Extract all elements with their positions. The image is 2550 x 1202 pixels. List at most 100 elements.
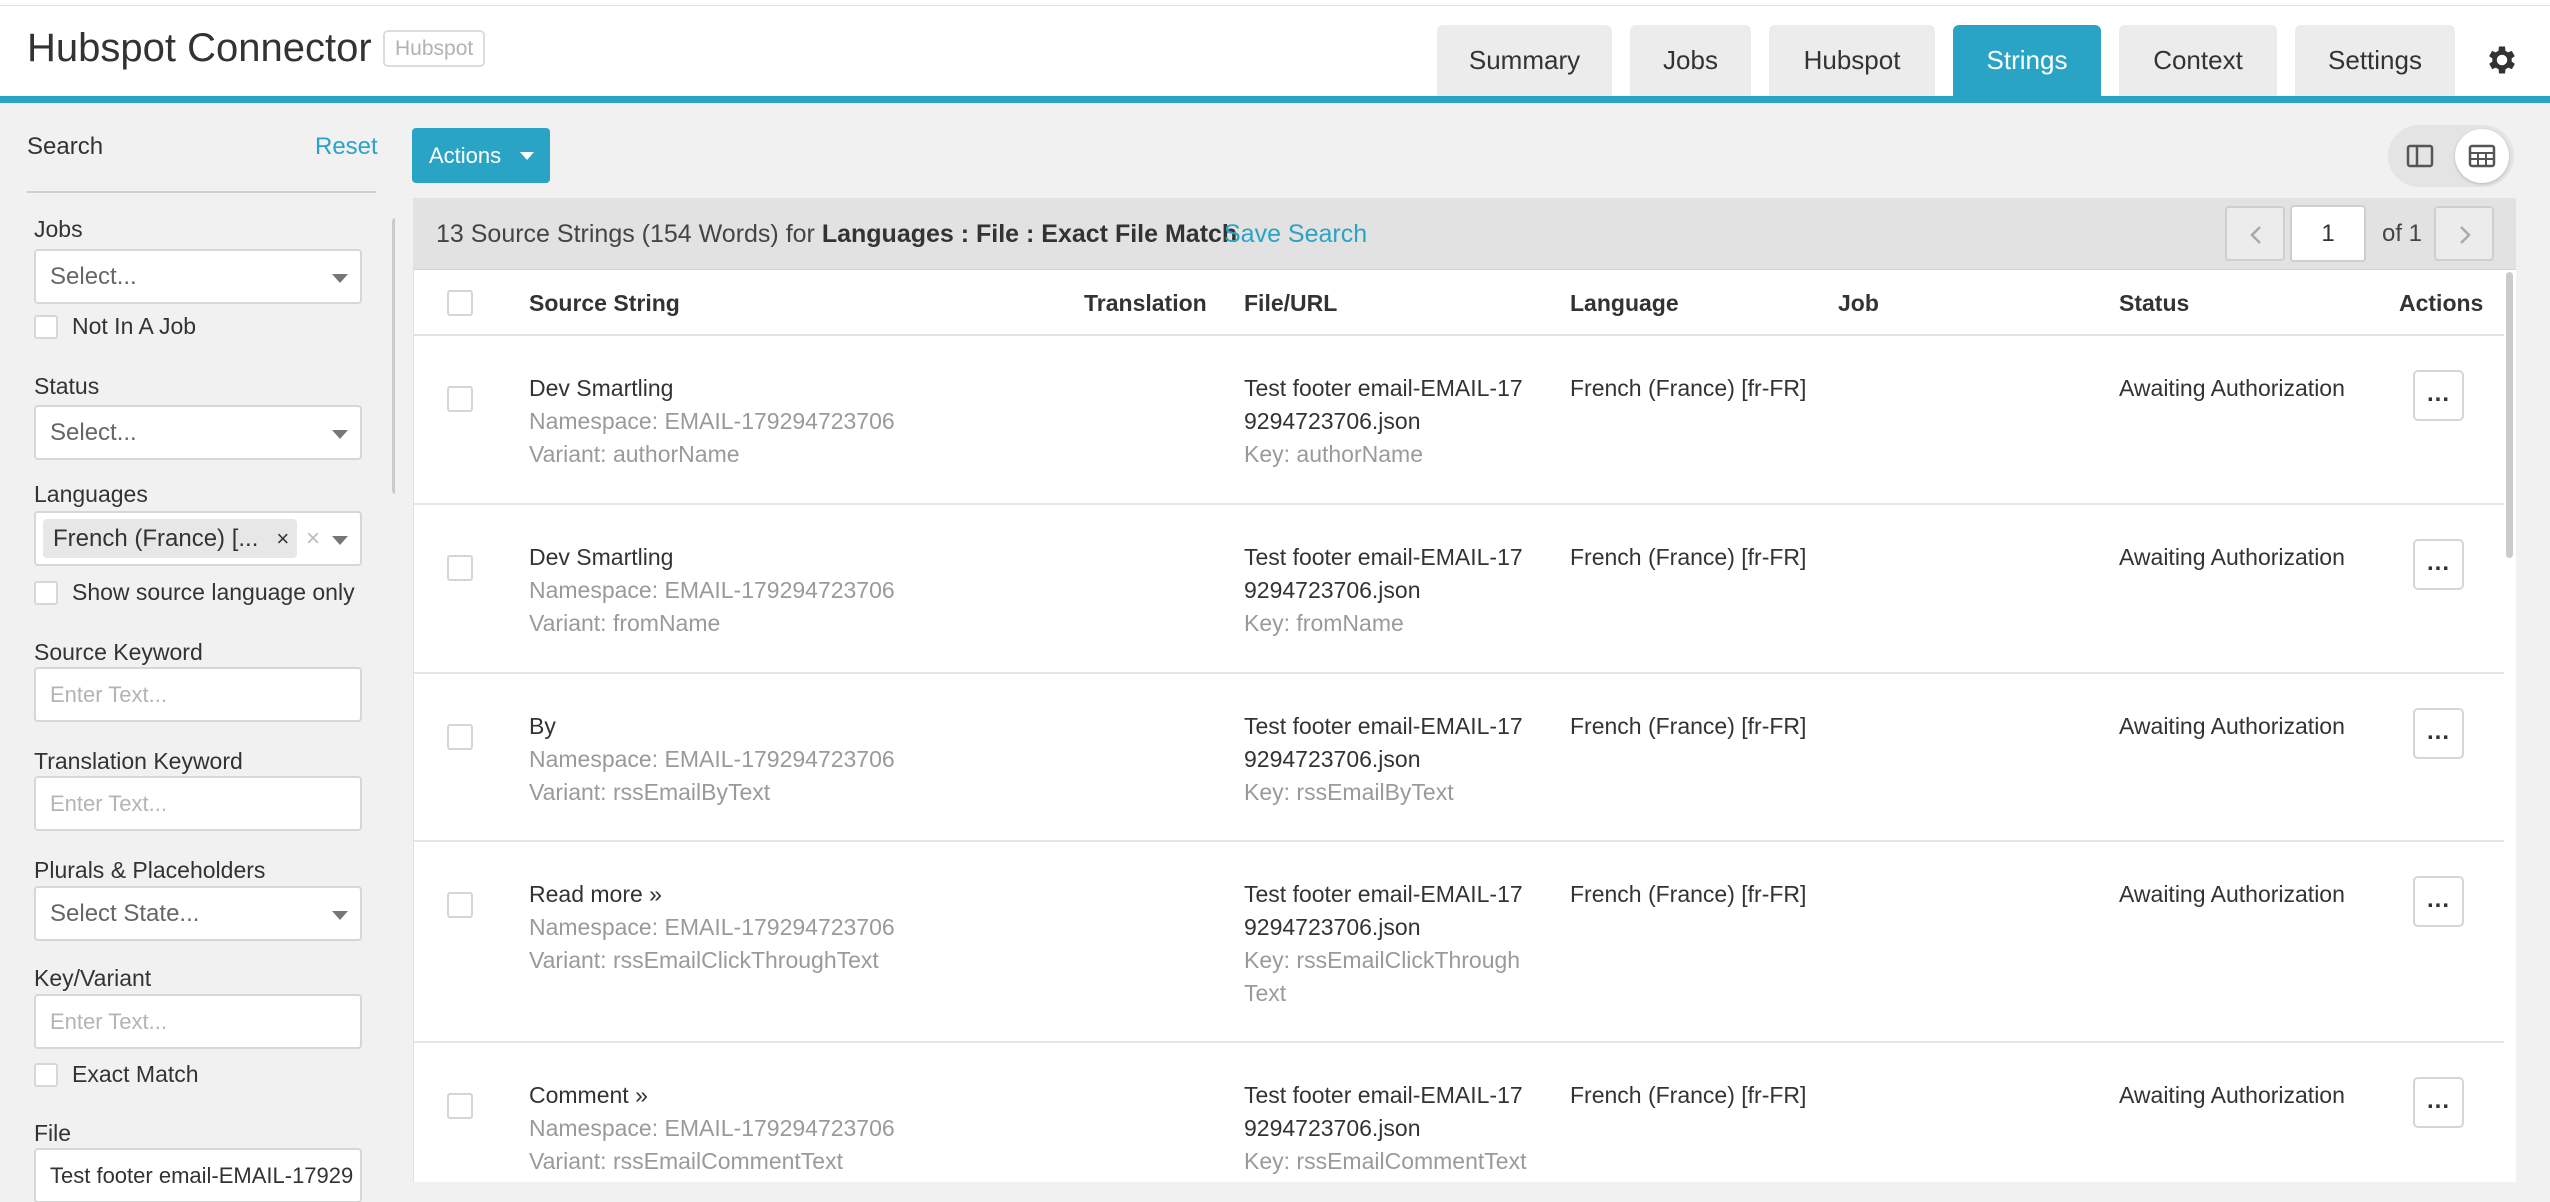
languages-select[interactable]: French (France) [... × × — [34, 511, 362, 566]
view-toggle — [2388, 125, 2514, 187]
gear-icon[interactable] — [2484, 42, 2520, 78]
file-name-line2: 9294723706.json — [1244, 746, 1421, 772]
save-search-link[interactable]: Save Search — [1224, 220, 1367, 249]
language-cell: French (France) [fr-FR] — [1570, 881, 1807, 907]
tab-settings[interactable]: Settings — [2295, 25, 2455, 96]
split-view-button[interactable] — [2393, 129, 2447, 183]
chip-remove-icon[interactable]: × — [276, 519, 289, 558]
source-string: Dev Smartling — [529, 375, 674, 401]
column-translation[interactable]: Translation — [1084, 290, 1207, 317]
plurals-select[interactable]: Select State... — [34, 886, 362, 941]
row-checkbox[interactable] — [447, 892, 473, 918]
source-cell: Dev Smartling Namespace: EMAIL-179294723… — [529, 372, 895, 471]
language-cell: French (France) [fr-FR] — [1570, 375, 1807, 401]
table-row[interactable]: By Namespace: EMAIL-179294723706 Variant… — [414, 674, 2504, 842]
clear-icon[interactable]: × — [306, 513, 320, 564]
column-file-url[interactable]: File/URL — [1244, 290, 1337, 317]
table-scrollbar[interactable] — [2506, 272, 2513, 558]
row-actions-button[interactable]: ... — [2413, 539, 2464, 590]
row-actions-button[interactable]: ... — [2413, 1077, 2464, 1128]
column-status[interactable]: Status — [2119, 290, 2189, 317]
actions-button[interactable]: Actions — [412, 128, 550, 183]
next-page-button[interactable] — [2434, 206, 2494, 261]
jobs-select-value: Select... — [50, 263, 137, 290]
tab-summary[interactable]: Summary — [1437, 25, 1612, 96]
row-actions-button[interactable]: ... — [2413, 708, 2464, 759]
source-cell: Dev Smartling Namespace: EMAIL-179294723… — [529, 541, 895, 640]
file-name-line2: 9294723706.json — [1244, 1115, 1421, 1141]
file-name-line1: Test footer email-EMAIL-17 — [1244, 881, 1523, 907]
status-cell: Awaiting Authorization — [2119, 544, 2345, 570]
prev-page-button[interactable] — [2225, 206, 2285, 261]
source-string: By — [529, 713, 556, 739]
chevron-down-icon — [332, 274, 348, 283]
exact-match-checkbox[interactable] — [34, 1063, 58, 1087]
sidebar-divider — [27, 191, 376, 193]
variant-text: Variant: rssEmailClickThroughText — [529, 947, 879, 973]
table-header: Source String Translation File/URL Langu… — [414, 270, 2504, 336]
language-cell: French (France) [fr-FR] — [1570, 1082, 1807, 1108]
file-name-line1: Test footer email-EMAIL-17 — [1244, 1082, 1523, 1108]
table-row[interactable]: Read more » Namespace: EMAIL-17929472370… — [414, 842, 2504, 1043]
exact-match-label: Exact Match — [72, 1061, 199, 1087]
tab-context[interactable]: Context — [2119, 25, 2277, 96]
status-cell: Awaiting Authorization — [2119, 1082, 2345, 1108]
not-in-job-label: Not In A Job — [72, 313, 197, 339]
variant-text: Variant: rssEmailCommentText — [529, 1148, 843, 1174]
file-name-line1: Test footer email-EMAIL-17 — [1244, 713, 1523, 739]
key-text: Key: fromName — [1244, 610, 1404, 636]
table-view-icon — [2468, 144, 2496, 168]
variant-text: Variant: rssEmailByText — [529, 779, 771, 805]
chevron-down-icon — [332, 911, 348, 920]
file-name-line1: Test footer email-EMAIL-17 — [1244, 544, 1523, 570]
table-row[interactable]: Comment » Namespace: EMAIL-179294723706 … — [414, 1043, 2504, 1182]
file-name-line2: 9294723706.json — [1244, 577, 1421, 603]
results-filters: Languages : File : Exact File Match — [821, 220, 1238, 248]
table-row[interactable]: Dev Smartling Namespace: EMAIL-179294723… — [414, 336, 2504, 505]
page-total: of 1 — [2382, 220, 2423, 247]
language-chip: French (France) [... × — [43, 519, 298, 558]
sidebar-scrollbar[interactable] — [392, 218, 395, 494]
translation-keyword-input[interactable] — [34, 776, 362, 831]
column-language[interactable]: Language — [1570, 290, 1679, 317]
table-view-button[interactable] — [2455, 129, 2509, 183]
status-select[interactable]: Select... — [34, 405, 362, 460]
status-cell: Awaiting Authorization — [2119, 713, 2345, 739]
select-all-checkbox[interactable] — [447, 290, 473, 316]
key-text: Key: rssEmailCommentText — [1244, 1148, 1527, 1174]
status-cell: Awaiting Authorization — [2119, 881, 2345, 907]
not-in-job-checkbox[interactable] — [34, 315, 58, 339]
namespace-text: Namespace: EMAIL-179294723706 — [529, 1115, 895, 1141]
language-chip-label: French (France) [... — [53, 525, 259, 552]
show-source-only-label: Show source language only — [72, 579, 355, 605]
key-variant-input[interactable] — [34, 994, 362, 1049]
row-checkbox[interactable] — [447, 724, 473, 750]
column-job[interactable]: Job — [1838, 290, 1879, 317]
namespace-text: Namespace: EMAIL-179294723706 — [529, 914, 895, 940]
column-source-string[interactable]: Source String — [529, 290, 680, 317]
page-number-input[interactable] — [2290, 205, 2366, 262]
jobs-select[interactable]: Select... — [34, 249, 362, 304]
reset-link[interactable]: Reset — [315, 133, 378, 161]
chevron-down-icon — [332, 536, 348, 545]
table-row[interactable]: Dev Smartling Namespace: EMAIL-179294723… — [414, 505, 2504, 674]
row-actions-button[interactable]: ... — [2413, 876, 2464, 927]
row-checkbox[interactable] — [447, 555, 473, 581]
key-text: Key: authorName — [1244, 441, 1423, 467]
status-label: Status — [34, 373, 100, 399]
tab-hubspot[interactable]: Hubspot — [1769, 25, 1935, 96]
show-source-only-checkbox[interactable] — [34, 581, 58, 605]
file-label: File — [34, 1120, 72, 1146]
source-keyword-input[interactable] — [34, 667, 362, 722]
chevron-down-icon — [332, 430, 348, 439]
jobs-label: Jobs — [34, 216, 83, 242]
file-cell: Test footer email-EMAIL-17 9294723706.js… — [1244, 372, 1523, 471]
namespace-text: Namespace: EMAIL-179294723706 — [529, 746, 895, 772]
split-view-icon — [2406, 144, 2434, 168]
row-checkbox[interactable] — [447, 386, 473, 412]
tab-jobs[interactable]: Jobs — [1630, 25, 1751, 96]
row-actions-button[interactable]: ... — [2413, 370, 2464, 421]
tab-strings[interactable]: Strings — [1953, 25, 2101, 96]
row-checkbox[interactable] — [447, 1093, 473, 1119]
file-input[interactable] — [34, 1148, 362, 1202]
